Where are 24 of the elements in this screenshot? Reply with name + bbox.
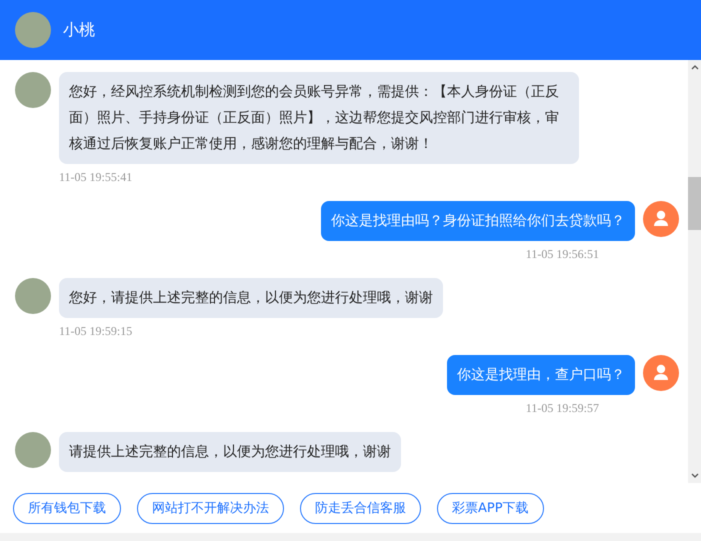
scrollbar-thumb[interactable] (688, 177, 701, 230)
photo-placeholder (15, 72, 51, 108)
quick-link-button[interactable]: 防走丢合信客服 (300, 492, 421, 524)
quick-link-button[interactable]: 所有钱包下载 (13, 492, 121, 524)
quick-link-button[interactable]: 网站打不开解决办法 (137, 492, 284, 524)
message-bubble: 你这是找理由吗？身份证拍照给你们去贷款吗？ (321, 201, 635, 241)
message-time: 11-05 19:55:41 (59, 170, 134, 184)
message-bubble: 你这是找理由，查户口吗？ (447, 355, 635, 395)
scrollbar[interactable] (688, 60, 701, 483)
contact-name: 小桃 (63, 20, 95, 40)
message-time: 11-05 19:59:15 (59, 324, 134, 338)
photo-placeholder (15, 432, 51, 468)
message-time: 11-05 19:59:57 (526, 401, 599, 415)
message-bubble: 请提供上述完整的信息，以便为您进行处理哦，谢谢 (59, 432, 401, 472)
photo-placeholder (15, 12, 51, 48)
user-avatar-icon (643, 355, 679, 391)
user-avatar-icon (643, 201, 679, 237)
message-time: 11-05 19:56:51 (526, 247, 599, 261)
message-bubble: 您好，经风控系统机制检测到您的会员账号异常，需提供：【本人身份证（正反面）照片、手持身份证（正反面）照片】，这边帮您提交风控部门进行审核，审核通过后恢复账户正常使用，感谢您的理解与配合，谢谢！ (59, 72, 579, 164)
scroll-up-icon[interactable] (690, 63, 700, 71)
message-bubble: 您好，请提供上述完整的信息，以便为您进行处理哦，谢谢 (59, 278, 443, 318)
photo-placeholder (15, 278, 51, 314)
scroll-down-icon[interactable] (690, 472, 700, 480)
quick-link-button[interactable]: 彩票APP下载 (437, 492, 544, 524)
